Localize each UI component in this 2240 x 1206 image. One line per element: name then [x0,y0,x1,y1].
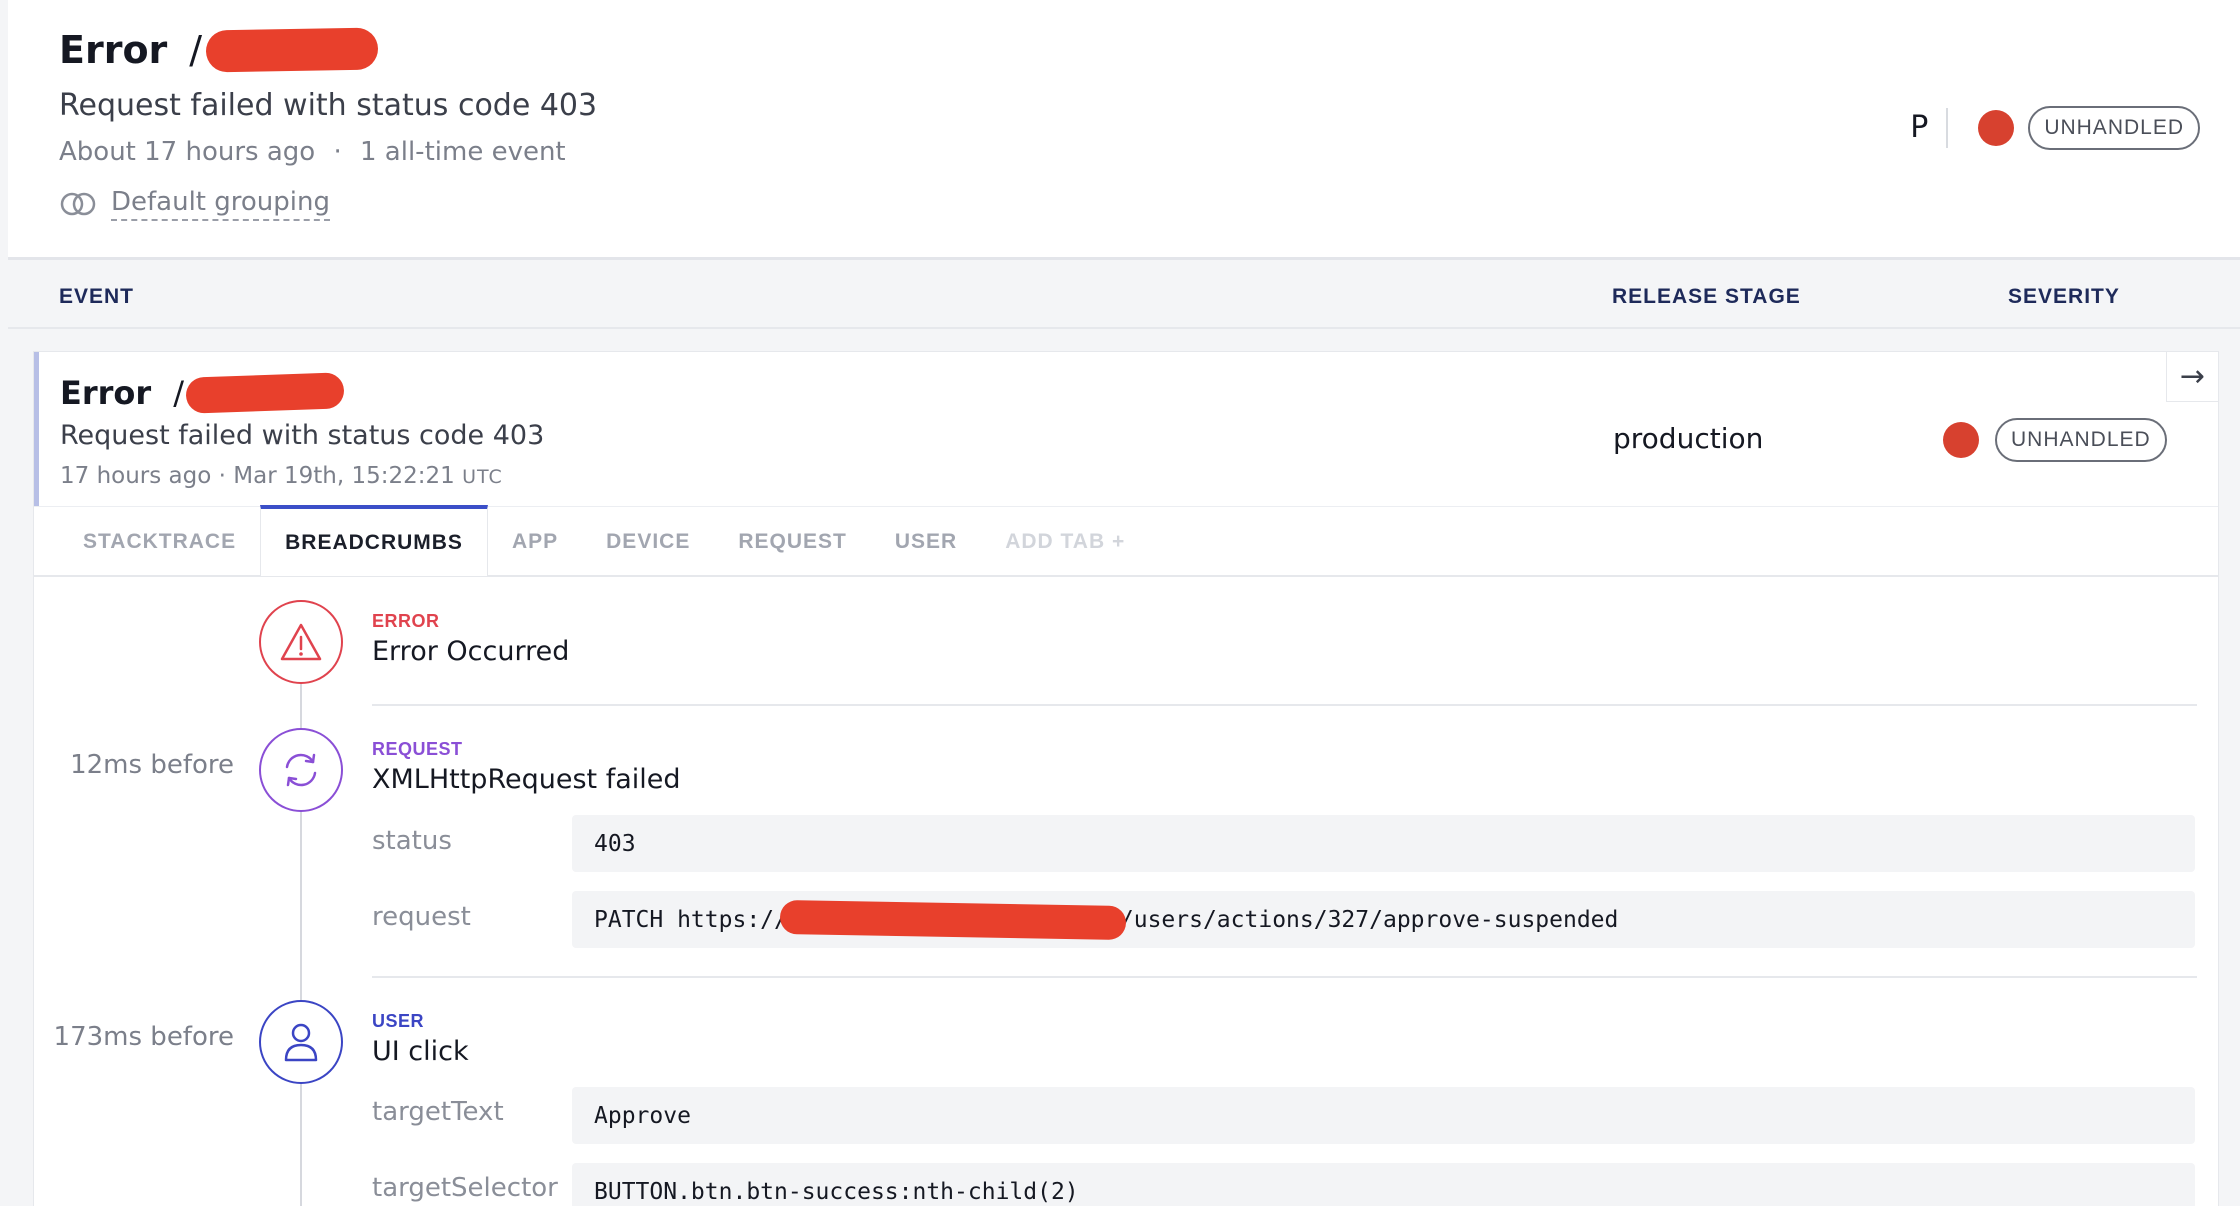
breadcrumb-divider [372,976,2197,978]
field-value-request: PATCH https:// /users/actions/327/approv… [572,891,2195,948]
user-icon [284,1023,318,1062]
event-error-class: Error [60,374,152,412]
field-value-target-selector: BUTTON.btn.btn-success:nth-child(2) [572,1163,2195,1206]
arrow-right-icon: → [2179,359,2206,394]
event-message: Request failed with status code 403 [60,420,545,451]
column-release-stage: RELEASE STAGE [1612,285,1801,308]
breadcrumb-user-icon [259,1000,343,1084]
event-title: Error / [60,372,345,414]
field-key-target-text: targetText [372,1097,504,1127]
redacted-context [205,27,379,73]
breadcrumb-name: Error Occurred [372,636,570,667]
grouping-label: Default grouping [111,187,330,221]
severity-dot [1943,422,1979,458]
event-time-ago: 17 hours ago [60,463,212,489]
grouping-icon [60,192,96,216]
open-event-button[interactable]: → [2166,352,2218,402]
meta-separator: · [218,463,226,489]
error-header: Error / Request failed with status code … [8,0,2240,260]
field-value-target-text: Approve [572,1087,2195,1144]
event-release-stage: production [1613,422,1764,455]
event-card: → Error / Request failed with status cod… [33,351,2219,1206]
breadcrumb-divider [372,704,2197,706]
severity-badge: UNHANDLED [1995,418,2167,462]
status-value: 403 [594,830,636,857]
target-text-value: Approve [594,1102,691,1129]
meta-separator: · [333,137,342,167]
warning-icon [280,623,322,661]
event-tabs: STACKTRACE BREADCRUMBS APP DEVICE REQUES… [34,505,2218,577]
severity-dot [1978,110,2015,146]
request-method-prefix: PATCH https:// [594,906,788,933]
tab-device[interactable]: DEVICE [582,507,714,576]
breadcrumb-type: ERROR [372,611,440,631]
redacted-context [185,372,345,414]
breadcrumb-type: USER [372,1011,425,1031]
tab-breadcrumbs[interactable]: BREADCRUMBS [260,505,488,576]
severity-badge: UNHANDLED [2028,106,2200,150]
tab-stacktrace[interactable]: STACKTRACE [34,507,260,576]
tab-app[interactable]: APP [488,507,582,576]
add-tab-button[interactable]: ADD TAB + [981,507,1149,576]
tab-request[interactable]: REQUEST [714,507,871,576]
field-key-target-selector: targetSelector [372,1173,558,1203]
event-date: Mar 19th, 15:22:21 [233,463,455,489]
breadcrumb-error-icon [259,600,343,684]
column-event: EVENT [59,285,135,308]
event-table-header: EVENT RELEASE STAGE SEVERITY [8,263,2240,329]
breadcrumb-name: UI click [372,1036,469,1067]
column-severity: SEVERITY [2008,285,2120,308]
breadcrumb-request-icon [259,728,343,812]
field-key-status: status [372,826,452,856]
request-path: /users/actions/327/approve-suspended [1119,906,1619,933]
grouping-link[interactable]: Default grouping [59,187,330,221]
title-slash: / [189,28,203,72]
breadcrumb-name: XMLHttpRequest failed [372,764,681,795]
time-ago: About 17 hours ago [59,137,316,167]
refresh-icon [285,753,317,787]
event-title-slash: / [173,374,184,412]
card-accent [34,352,39,506]
breadcrumb-type: REQUEST [372,739,463,759]
breadcrumb-time: 173ms before [53,1022,234,1052]
event-meta: 17 hours ago · Mar 19th, 15:22:21 UTC [60,463,503,489]
event-timezone: UTC [462,466,503,488]
error-message: Request failed with status code 403 [59,88,598,123]
event-count: 1 all-time event [360,137,566,167]
target-selector-value: BUTTON.btn.btn-success:nth-child(2) [594,1178,1079,1205]
breadcrumb-time: 12ms before [70,750,234,780]
redacted-host [779,899,1127,940]
error-class: Error [59,28,168,72]
field-key-request: request [372,902,471,932]
event-severity: UNHANDLED [1943,418,2167,462]
header-status: P UNHANDLED [1910,106,2200,150]
field-value-status: 403 [572,815,2195,872]
error-title: Error / [59,27,379,73]
error-meta: About 17 hours ago · 1 all-time event [59,137,566,167]
tab-user[interactable]: USER [871,507,981,576]
user-avatar[interactable]: P [1910,108,1949,148]
timeline-line [300,632,302,1206]
